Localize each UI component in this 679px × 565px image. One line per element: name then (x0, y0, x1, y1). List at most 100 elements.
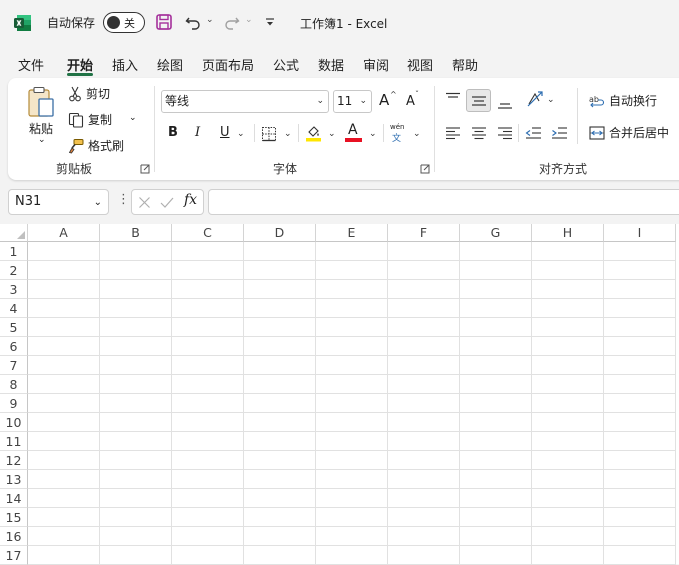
cell-a13[interactable] (28, 470, 100, 489)
column-header-e[interactable]: E (316, 224, 388, 242)
cell-b16[interactable] (100, 527, 172, 546)
cell-d15[interactable] (244, 508, 316, 527)
tab-home[interactable]: 开始 (67, 55, 93, 74)
cell-e5[interactable] (316, 318, 388, 337)
cell-e13[interactable] (316, 470, 388, 489)
cell-f6[interactable] (388, 337, 460, 356)
cell-c17[interactable] (172, 546, 244, 565)
clipboard-launcher-icon[interactable] (140, 164, 150, 174)
row-header-10[interactable]: 10 (0, 413, 28, 432)
cell-c13[interactable] (172, 470, 244, 489)
font-launcher-icon[interactable] (420, 164, 430, 174)
cell-e10[interactable] (316, 413, 388, 432)
copy-dropdown-icon[interactable]: ⌄ (129, 113, 137, 123)
cell-i3[interactable] (604, 280, 676, 299)
tab-review[interactable]: 审阅 (363, 55, 389, 74)
cell-a9[interactable] (28, 394, 100, 413)
cell-c3[interactable] (172, 280, 244, 299)
cell-c11[interactable] (172, 432, 244, 451)
cell-i6[interactable] (604, 337, 676, 356)
cell-g11[interactable] (460, 432, 532, 451)
cell-b9[interactable] (100, 394, 172, 413)
cell-h10[interactable] (532, 413, 604, 432)
cell-d6[interactable] (244, 337, 316, 356)
column-header-f[interactable]: F (388, 224, 460, 242)
cell-a3[interactable] (28, 280, 100, 299)
cell-a14[interactable] (28, 489, 100, 508)
row-header-6[interactable]: 6 (0, 337, 28, 356)
row-header-17[interactable]: 17 (0, 546, 28, 565)
cell-h12[interactable] (532, 451, 604, 470)
insert-function-button[interactable]: fx (184, 192, 197, 208)
cell-b11[interactable] (100, 432, 172, 451)
cell-e16[interactable] (316, 527, 388, 546)
borders-icon[interactable] (261, 126, 277, 142)
row-header-16[interactable]: 16 (0, 527, 28, 546)
copy-button[interactable]: 复制 (68, 111, 112, 128)
cell-c2[interactable] (172, 261, 244, 280)
cell-f1[interactable] (388, 242, 460, 261)
cell-e8[interactable] (316, 375, 388, 394)
borders-dropdown-icon[interactable]: ⌄ (284, 129, 292, 139)
bottom-align-icon[interactable] (497, 96, 513, 110)
cell-b14[interactable] (100, 489, 172, 508)
cell-e2[interactable] (316, 261, 388, 280)
cell-f10[interactable] (388, 413, 460, 432)
row-header-9[interactable]: 9 (0, 394, 28, 413)
cell-e15[interactable] (316, 508, 388, 527)
cell-d17[interactable] (244, 546, 316, 565)
fill-color-dropdown-icon[interactable]: ⌄ (328, 129, 336, 139)
cell-g17[interactable] (460, 546, 532, 565)
cell-g16[interactable] (460, 527, 532, 546)
orientation-dropdown-icon[interactable]: ⌄ (547, 95, 555, 105)
cell-f4[interactable] (388, 299, 460, 318)
decrease-indent-icon[interactable] (525, 126, 542, 140)
row-header-15[interactable]: 15 (0, 508, 28, 527)
cell-g13[interactable] (460, 470, 532, 489)
column-header-a[interactable]: A (28, 224, 100, 242)
tab-view[interactable]: 视图 (407, 55, 433, 74)
cell-d4[interactable] (244, 299, 316, 318)
cell-i14[interactable] (604, 489, 676, 508)
cell-h6[interactable] (532, 337, 604, 356)
paste-dropdown-icon[interactable]: ⌄ (38, 135, 46, 145)
increase-indent-icon[interactable] (551, 126, 568, 140)
cell-h2[interactable] (532, 261, 604, 280)
cell-f7[interactable] (388, 356, 460, 375)
cell-d14[interactable] (244, 489, 316, 508)
cancel-icon[interactable] (138, 196, 151, 209)
cell-a6[interactable] (28, 337, 100, 356)
cell-g8[interactable] (460, 375, 532, 394)
row-header-13[interactable]: 13 (0, 470, 28, 489)
cell-i8[interactable] (604, 375, 676, 394)
cell-a15[interactable] (28, 508, 100, 527)
cell-g9[interactable] (460, 394, 532, 413)
cell-a17[interactable] (28, 546, 100, 565)
cell-g2[interactable] (460, 261, 532, 280)
phonetic-guide-button[interactable]: wén 文 (389, 123, 409, 144)
font-color-dropdown-icon[interactable]: ⌄ (369, 129, 377, 139)
cell-f8[interactable] (388, 375, 460, 394)
cell-g1[interactable] (460, 242, 532, 261)
cell-b5[interactable] (100, 318, 172, 337)
cell-d3[interactable] (244, 280, 316, 299)
customize-quick-access-icon[interactable] (259, 11, 281, 33)
underline-dropdown-icon[interactable]: ⌄ (237, 129, 245, 139)
column-header-i[interactable]: I (604, 224, 676, 242)
cell-i1[interactable] (604, 242, 676, 261)
cell-a16[interactable] (28, 527, 100, 546)
cell-g12[interactable] (460, 451, 532, 470)
cell-d16[interactable] (244, 527, 316, 546)
row-header-3[interactable]: 3 (0, 280, 28, 299)
align-right-icon[interactable] (497, 126, 513, 140)
top-align-icon[interactable] (445, 92, 461, 106)
cell-d11[interactable] (244, 432, 316, 451)
cell-i2[interactable] (604, 261, 676, 280)
cell-c5[interactable] (172, 318, 244, 337)
row-header-7[interactable]: 7 (0, 356, 28, 375)
cell-i12[interactable] (604, 451, 676, 470)
cut-button[interactable]: 剪切 (68, 85, 110, 102)
cell-d12[interactable] (244, 451, 316, 470)
cell-h16[interactable] (532, 527, 604, 546)
cell-a10[interactable] (28, 413, 100, 432)
